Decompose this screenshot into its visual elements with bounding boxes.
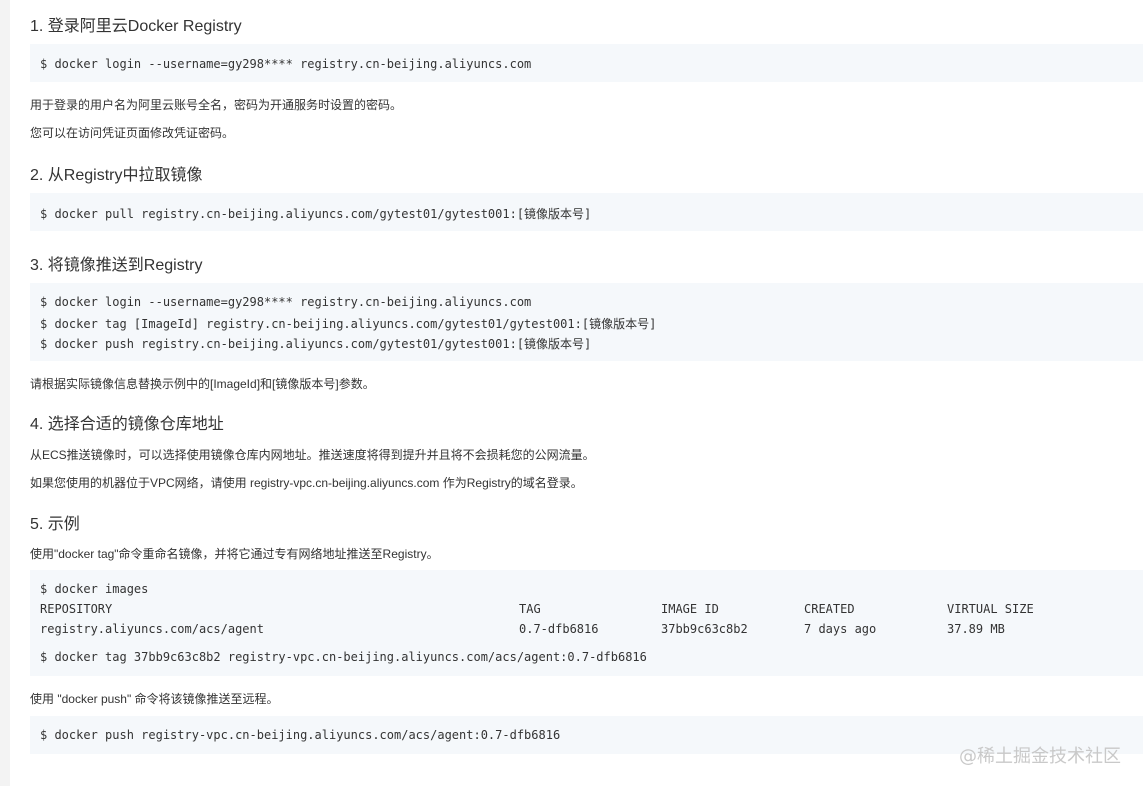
table-cell: registry.aliyuncs.com/acs/agent — [40, 622, 264, 636]
code-line: $ docker tag [ImageId] registry.cn-beiji… — [40, 317, 657, 331]
section-1-heading: 1. 登录阿里云Docker Registry — [30, 18, 242, 35]
table-header-virtual-size: VIRTUAL SIZE — [947, 602, 1034, 616]
paragraph: 您可以在访问凭证页面修改凭证密码。 — [30, 126, 235, 140]
watermark: @稀土掘金技术社区 — [959, 746, 1121, 767]
paragraph: 使用"docker tag"命令重命名镜像，并将它通过专有网络地址推送至Regi… — [30, 547, 439, 561]
code-block-login[interactable]: $ docker login --username=gy298**** regi… — [30, 44, 1143, 82]
table-header-image-id: IMAGE ID — [661, 602, 719, 616]
code-line: $ docker tag 37bb9c63c8b2 registry-vpc.c… — [40, 650, 647, 664]
section-4-heading: 4. 选择合适的镜像仓库地址 — [30, 416, 224, 433]
table-header-tag: TAG — [519, 602, 541, 616]
code-block-push[interactable]: $ docker login --username=gy298**** regi… — [30, 283, 1143, 361]
section-5-heading: 5. 示例 — [30, 516, 80, 533]
table-cell: 37.89 MB — [947, 622, 1005, 636]
paragraph: 请根据实际镜像信息替换示例中的[ImageId]和[镜像版本号]参数。 — [30, 377, 375, 391]
table-cell: 37bb9c63c8b2 — [661, 622, 748, 636]
paragraph: 从ECS推送镜像时，可以选择使用镜像仓库内网地址。推送速度将得到提升并且将不会损… — [30, 448, 595, 462]
section-3-heading: 3. 将镜像推送到Registry — [30, 257, 203, 274]
code-block-example[interactable]: $ docker images REPOSITORY TAG IMAGE ID … — [30, 570, 1143, 676]
code-line: $ docker images — [40, 582, 149, 596]
left-margin-bar — [0, 0, 10, 786]
table-header-created: CREATED — [804, 602, 855, 616]
code-block-pull[interactable]: $ docker pull registry.cn-beijing.aliyun… — [30, 193, 1143, 231]
code-line: $ docker login --username=gy298**** regi… — [40, 295, 532, 309]
code-line: $ docker push registry.cn-beijing.aliyun… — [40, 337, 592, 351]
table-header-repository: REPOSITORY — [40, 602, 113, 616]
paragraph: 用于登录的用户名为阿里云账号全名，密码为开通服务时设置的密码。 — [30, 98, 403, 112]
code-line: $ docker pull registry.cn-beijing.aliyun… — [40, 207, 592, 221]
code-line: $ docker push registry-vpc.cn-beijing.al… — [40, 728, 561, 742]
table-cell: 7 days ago — [804, 622, 877, 636]
paragraph: 使用 "docker push" 命令将该镜像推送至远程。 — [30, 692, 279, 706]
table-cell: 0.7-dfb6816 — [519, 622, 599, 636]
section-2-heading: 2. 从Registry中拉取镜像 — [30, 167, 203, 184]
paragraph: 如果您使用的机器位于VPC网络，请使用 registry-vpc.cn-beij… — [30, 476, 583, 490]
code-line: $ docker login --username=gy298**** regi… — [40, 57, 532, 71]
